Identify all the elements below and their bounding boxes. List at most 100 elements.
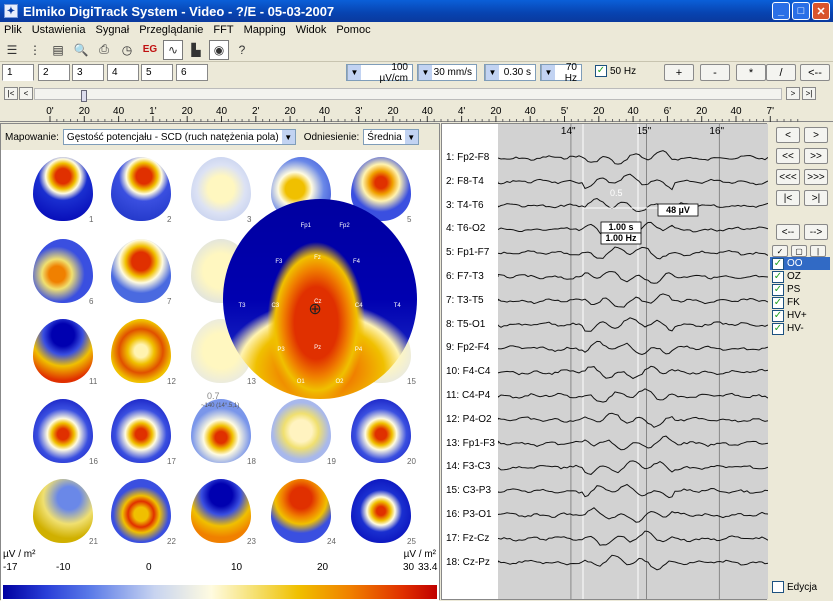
page-back-button[interactable]: << (776, 148, 800, 164)
menu-view[interactable]: Widok (296, 24, 327, 36)
ruler-label: 20 (593, 106, 605, 117)
tab-4[interactable]: 4 (107, 64, 139, 81)
menu-help[interactable]: Pomoc (336, 24, 370, 36)
step-forward-button[interactable]: > (804, 127, 828, 143)
electrode-label: O1 (296, 379, 305, 385)
head-map[interactable] (33, 157, 93, 221)
go-start-button[interactable]: |< (776, 190, 800, 206)
checkbox-icon[interactable]: ✓ (772, 283, 784, 296)
marker-filter-item[interactable]: ✓ HV+ (770, 309, 830, 322)
checkbox-icon[interactable]: ✓ (772, 309, 784, 322)
head-map[interactable] (33, 319, 93, 383)
menu-file[interactable]: Plik (4, 24, 22, 36)
scale-tick: -17 (3, 562, 18, 573)
tab-3[interactable]: 3 (72, 64, 104, 81)
maximize-button[interactable]: □ (792, 2, 810, 20)
tab-1[interactable]: 1 (2, 64, 34, 81)
check-all-icon[interactable]: ✓ (772, 245, 788, 257)
channel-label: 15: C3-P3 (446, 485, 492, 497)
high-filter-value: 70 Hz (564, 61, 577, 84)
reference-select[interactable]: Średnia ▼ (363, 129, 419, 145)
menu-signal[interactable]: Sygnał (96, 24, 130, 36)
head-map[interactable] (271, 399, 331, 463)
menu-settings[interactable]: Ustawienia (32, 24, 86, 36)
head-map[interactable] (111, 157, 171, 221)
tab-5[interactable]: 5 (141, 64, 173, 81)
sensitivity-select[interactable]: ▼ 100 µV/cm (346, 62, 413, 84)
divide-button[interactable]: / (766, 64, 796, 81)
scroll-start-button[interactable]: |< (4, 87, 18, 100)
head-map[interactable] (33, 239, 93, 303)
marker-filter-item[interactable]: ✓ OZ (770, 270, 830, 283)
eeg-traces[interactable]: 14" 15" 16" 0.5 48 µV 1.00 s1.00 Hz (498, 124, 768, 599)
tab-2[interactable]: 2 (38, 64, 70, 81)
menu-browse[interactable]: Przeglądanie (139, 24, 203, 36)
head-map[interactable] (271, 479, 331, 543)
next-marker-button[interactable]: --> (804, 224, 828, 240)
minimize-button[interactable]: _ (772, 2, 790, 20)
close-button[interactable]: ✕ (812, 2, 830, 20)
checkbox-icon[interactable]: ✓ (772, 270, 784, 283)
head-map[interactable] (111, 239, 171, 303)
edit-checkbox[interactable]: Edycja (772, 581, 817, 593)
chart-icon[interactable]: ▤ (48, 40, 68, 60)
head-map[interactable] (111, 319, 171, 383)
menu-fft[interactable]: FFT (213, 24, 233, 36)
head-map[interactable] (33, 479, 93, 543)
zoom-in-button[interactable]: + (664, 64, 694, 81)
print-icon[interactable]: ⎙ (94, 40, 114, 60)
spectrum-icon[interactable]: ▙ (186, 40, 206, 60)
multiply-button[interactable]: * (736, 64, 766, 81)
fast-forward-button[interactable]: >>> (804, 169, 828, 185)
montage-icon[interactable]: ⋮ (25, 40, 45, 60)
clock-icon[interactable]: ◷ (117, 40, 137, 60)
list-icon[interactable]: ☰ (2, 40, 22, 60)
head-map[interactable] (191, 157, 251, 221)
waveform-icon[interactable]: ∿ (163, 39, 183, 60)
marker-filter-item[interactable]: ✓ OO (770, 257, 830, 270)
prev-marker-button[interactable]: <-- (776, 224, 800, 240)
color-scale: µV / m² µV / m² -17 -10 0 10 20 30 33.4 (1, 549, 439, 601)
scroll-thumb[interactable] (81, 90, 87, 102)
head-map-icon[interactable]: ◉ (209, 39, 229, 60)
electrode-label: Fz (314, 255, 321, 261)
notch-filter-checkbox[interactable]: ✓ 50 Hz (595, 65, 636, 77)
ruler-label: 20 (696, 106, 708, 117)
enlarged-head-map[interactable]: Fp1 Fp2 F3 Fz F4 C3 Cz C4 T3 T4 P3 Pz P4 O1 O2 ⊕ (223, 199, 417, 399)
fast-back-button[interactable]: <<< (776, 169, 800, 185)
checkbox-icon: ✓ (595, 65, 607, 77)
scroll-track[interactable] (34, 88, 782, 102)
checkbox-icon[interactable]: ✓ (772, 257, 784, 270)
checkbox-icon[interactable]: ✓ (772, 322, 784, 335)
marker-filter-item[interactable]: ✓ FK (770, 296, 830, 309)
go-end-button[interactable]: >| (804, 190, 828, 206)
preview-icon[interactable]: 🔍 (71, 40, 91, 60)
head-map[interactable] (351, 399, 411, 463)
page-forward-button[interactable]: >> (804, 148, 828, 164)
head-map[interactable] (111, 479, 171, 543)
scroll-right-button[interactable]: > (786, 87, 800, 100)
scroll-left-button[interactable]: < (19, 87, 33, 100)
mapping-mode-select[interactable]: Gęstość potencjału - SCD (ruch natężenia… (62, 129, 296, 145)
head-map[interactable] (33, 399, 93, 463)
high-filter-select[interactable]: ▼ 70 Hz (540, 61, 582, 84)
menu-mapping[interactable]: Mapping (244, 24, 286, 36)
checkbox-icon[interactable]: ✓ (772, 296, 784, 309)
zoom-out-button[interactable]: - (700, 64, 730, 81)
marker-filter-item[interactable]: ✓ PS (770, 283, 830, 296)
frame-icon[interactable]: ▢ (791, 245, 807, 257)
head-map[interactable] (191, 479, 251, 543)
scroll-end-button[interactable]: >| (802, 87, 816, 100)
bar-icon[interactable]: | (810, 245, 826, 257)
ruler-label: 2' (252, 106, 260, 117)
help-icon[interactable]: ? (232, 40, 252, 60)
time-constant-select[interactable]: ▼ 0.30 s (484, 64, 536, 81)
speed-select[interactable]: ▼ 30 mm/s (417, 64, 477, 81)
marker-filter-item[interactable]: ✓ HV- (770, 322, 830, 335)
tab-6[interactable]: 6 (176, 64, 208, 81)
back-button[interactable]: <-- (800, 64, 830, 81)
eg-button[interactable]: EG (140, 40, 160, 60)
head-map[interactable] (351, 479, 411, 543)
step-back-button[interactable]: < (776, 127, 800, 143)
head-map[interactable] (111, 399, 171, 463)
